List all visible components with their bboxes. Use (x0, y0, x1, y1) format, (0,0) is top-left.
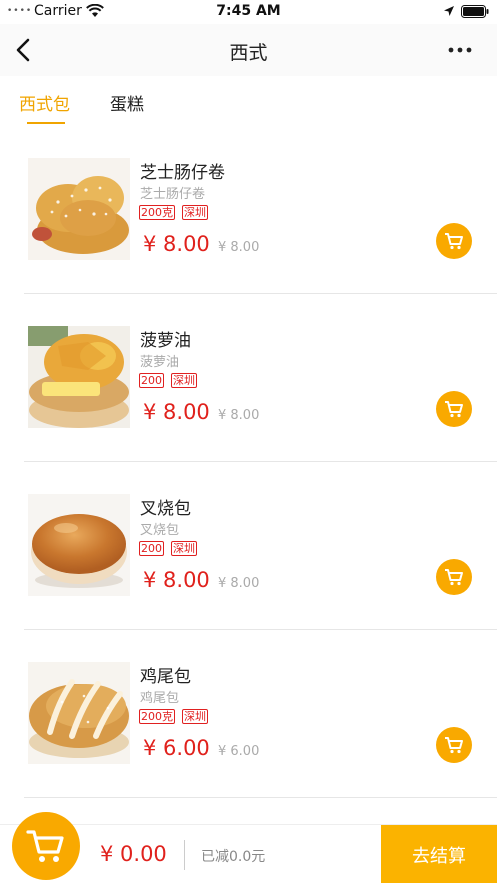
product-tags: 200 深圳 (139, 373, 197, 388)
original-price: ¥ 6.00 (218, 744, 260, 759)
origin-tag: 深圳 (171, 541, 197, 556)
product-tags: 200克 深圳 (139, 709, 208, 724)
divider (184, 840, 185, 870)
weight-tag: 200 (139, 373, 164, 388)
product-item[interactable]: 叉烧包 叉烧包 200 深圳 ¥ 8.00 ¥ 8.00 (0, 462, 497, 630)
cart-icon (445, 233, 463, 250)
origin-tag: 深圳 (182, 205, 208, 220)
shopping-cart-button[interactable] (12, 812, 80, 880)
active-tab-indicator (27, 122, 65, 124)
product-item[interactable]: 芝士肠仔卷 芝士肠仔卷 200克 深圳 ¥ 8.00 ¥ 8.00 (0, 126, 497, 294)
product-name: 叉烧包 (140, 499, 191, 519)
product-name: 菠萝油 (140, 331, 191, 351)
cart-total: ¥ 0.00 (100, 842, 167, 866)
product-subtitle: 叉烧包 (140, 523, 180, 538)
location-arrow-icon (443, 5, 455, 21)
add-to-cart-button[interactable] (436, 727, 472, 763)
status-bar: •••• Carrier 7:45 AM (0, 0, 497, 24)
product-image-cocktail-bun (28, 662, 130, 764)
more-icon[interactable] (446, 40, 474, 60)
checkout-button[interactable]: 去结算 (381, 825, 497, 883)
discount-text: 已减0.0元 (201, 849, 266, 865)
product-price: ¥ 8.00 (143, 568, 210, 592)
tab-western-bread[interactable]: 西式包 (19, 90, 70, 115)
clock: 7:45 AM (216, 3, 281, 19)
cart-icon (26, 830, 64, 862)
add-to-cart-button[interactable] (436, 223, 472, 259)
product-subtitle: 芝士肠仔卷 (140, 187, 206, 202)
add-to-cart-button[interactable] (436, 559, 472, 595)
cart-icon (445, 569, 463, 586)
weight-tag: 200克 (139, 709, 175, 724)
product-image-pineapple-bun (28, 326, 130, 428)
origin-tag: 深圳 (182, 709, 208, 724)
original-price: ¥ 8.00 (218, 576, 260, 591)
product-image-bbq-pork-bun (28, 494, 130, 596)
category-tabs: 西式包 蛋糕 (0, 76, 497, 126)
product-name: 鸡尾包 (140, 667, 191, 687)
navigation-bar: 西式 (0, 24, 497, 76)
add-to-cart-button[interactable] (436, 391, 472, 427)
product-image-sausage-roll (28, 158, 130, 260)
product-list: 芝士肠仔卷 芝士肠仔卷 200克 深圳 ¥ 8.00 ¥ 8.00 菠萝油 菠萝… (0, 126, 497, 798)
weight-tag: 200 (139, 541, 164, 556)
product-subtitle: 菠萝油 (140, 355, 180, 370)
cart-icon (445, 737, 463, 754)
origin-tag: 深圳 (171, 373, 197, 388)
product-item[interactable]: 鸡尾包 鸡尾包 200克 深圳 ¥ 6.00 ¥ 6.00 (0, 630, 497, 798)
product-subtitle: 鸡尾包 (140, 691, 180, 706)
battery-icon (461, 5, 489, 22)
product-price: ¥ 6.00 (143, 736, 210, 760)
product-item[interactable]: 菠萝油 菠萝油 200 深圳 ¥ 8.00 ¥ 8.00 (0, 294, 497, 462)
tab-cake[interactable]: 蛋糕 (110, 90, 144, 115)
original-price: ¥ 8.00 (218, 408, 260, 423)
product-price: ¥ 8.00 (143, 232, 210, 256)
cart-icon (445, 401, 463, 418)
original-price: ¥ 8.00 (218, 240, 260, 255)
product-price: ¥ 8.00 (143, 400, 210, 424)
divider (24, 797, 497, 798)
page-title: 西式 (229, 42, 268, 64)
weight-tag: 200克 (139, 205, 175, 220)
product-tags: 200 深圳 (139, 541, 197, 556)
product-tags: 200克 深圳 (139, 205, 208, 220)
product-name: 芝士肠仔卷 (140, 163, 225, 183)
